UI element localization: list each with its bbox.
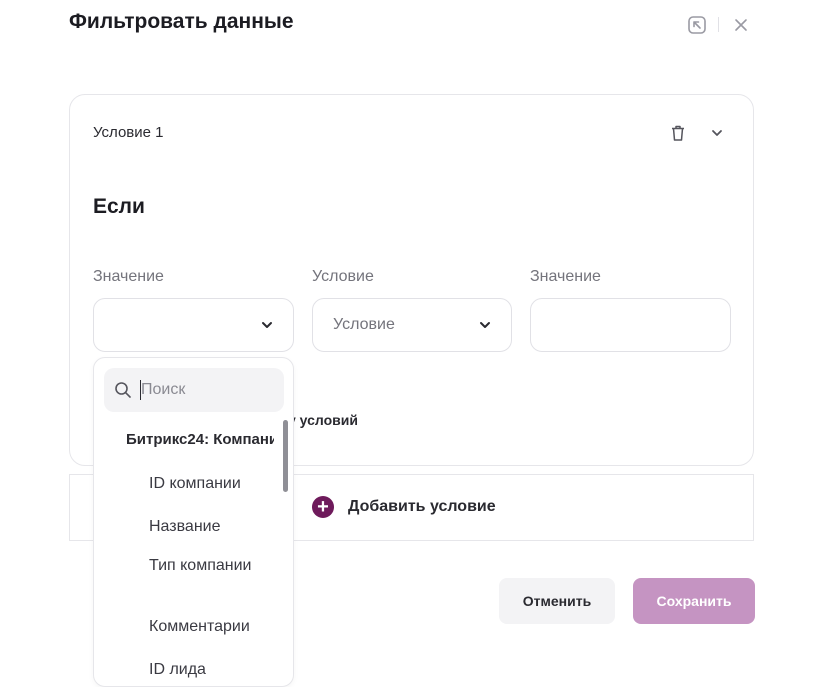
value-input[interactable] xyxy=(530,298,731,352)
header-divider xyxy=(718,17,719,32)
dropdown-option[interactable]: Комментарии xyxy=(149,616,274,637)
condition-group-text: у условий xyxy=(288,412,358,428)
search-icon xyxy=(114,381,132,399)
dropdown-option[interactable]: Название xyxy=(149,516,274,537)
dropdown-search[interactable] xyxy=(104,368,284,412)
trash-icon[interactable] xyxy=(667,122,689,144)
condition-title: Условие 1 xyxy=(93,124,164,141)
chevron-down-icon xyxy=(479,321,491,329)
field-label-value: Значение xyxy=(93,268,164,285)
dropdown-group-title: Битрикс24: Компании xyxy=(126,431,274,448)
chevron-down-icon[interactable] xyxy=(706,122,728,144)
field-label-condition: Условие xyxy=(312,268,374,285)
dropdown-option[interactable]: ID лида xyxy=(149,659,274,680)
close-icon[interactable] xyxy=(728,12,754,38)
condition-select[interactable]: Условие xyxy=(312,298,512,352)
cancel-button[interactable]: Отменить xyxy=(499,578,615,624)
dropdown-option[interactable]: Тип компании xyxy=(149,555,274,576)
field-label-value-2: Значение xyxy=(530,268,601,285)
plus-circle-icon: + xyxy=(312,496,334,518)
exit-to-corner-icon[interactable] xyxy=(684,12,710,38)
condition-select-value: Условие xyxy=(333,316,395,333)
value-select[interactable] xyxy=(93,298,294,352)
dropdown-option[interactable]: ID компании xyxy=(149,473,274,494)
save-button[interactable]: Сохранить xyxy=(633,578,755,624)
add-condition-label: Добавить условие xyxy=(348,498,496,515)
dropdown-scrollbar[interactable] xyxy=(283,420,288,492)
chevron-down-icon xyxy=(261,321,273,329)
if-label: Если xyxy=(93,195,145,218)
add-condition-button[interactable]: + Добавить условие xyxy=(312,496,496,518)
value-dropdown: Битрикс24: Компании ID компании Название… xyxy=(93,357,294,687)
search-input[interactable] xyxy=(141,381,261,399)
dialog-title: Фильтровать данные xyxy=(69,10,294,33)
